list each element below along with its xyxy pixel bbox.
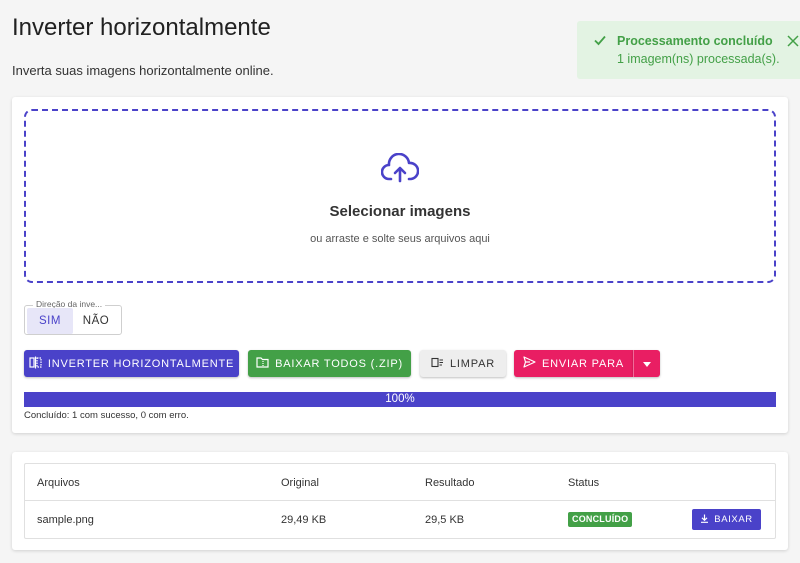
- header-original: Original: [281, 477, 319, 489]
- send-to-dropdown-button[interactable]: [633, 350, 660, 377]
- progress-bar: 100%: [24, 392, 776, 407]
- folder-zip-icon: [256, 356, 269, 371]
- invert-button[interactable]: INVERTER HORIZONTALMENTE: [24, 350, 239, 377]
- page-subtitle: Inverta suas imagens horizontalmente onl…: [12, 63, 274, 78]
- toggle-yes-button[interactable]: SIM: [27, 308, 73, 334]
- close-icon[interactable]: [787, 34, 799, 52]
- file-dropzone[interactable]: Selecionar imagens ou arraste e solte se…: [24, 109, 776, 283]
- progress-label: 100%: [385, 393, 415, 405]
- page-title: Inverter horizontalmente: [12, 14, 271, 41]
- cell-file-name: sample.png: [37, 514, 94, 526]
- tool-card: Selecionar imagens ou arraste e solte se…: [12, 97, 788, 433]
- send-to-label: ENVIAR PARA: [542, 357, 624, 370]
- header-files: Arquivos: [37, 477, 80, 489]
- cloud-upload-icon: [380, 152, 420, 190]
- download-button[interactable]: BAIXAR: [692, 509, 761, 530]
- header-result: Resultado: [425, 477, 475, 489]
- download-all-label: BAIXAR TODOS (.ZIP): [275, 357, 403, 370]
- dropzone-subtitle: ou arraste e solte seus arquivos aqui: [310, 233, 490, 245]
- toggle-no-button[interactable]: NÃO: [73, 308, 119, 334]
- direction-toggle-group: Direção da inve... SIM NÃO: [24, 299, 122, 335]
- caret-down-icon: [643, 358, 651, 370]
- toast-title: Processamento concluído: [617, 34, 773, 48]
- clear-label: LIMPAR: [450, 357, 495, 370]
- header-status: Status: [568, 477, 600, 489]
- check-icon: [593, 33, 607, 52]
- results-table: Arquivos Original Resultado Status sampl…: [24, 463, 776, 539]
- download-all-button[interactable]: BAIXAR TODOS (.ZIP): [248, 350, 411, 377]
- clear-list-icon: [431, 357, 444, 371]
- download-label: BAIXAR: [714, 514, 753, 525]
- cell-original-size: 29,49 KB: [281, 514, 327, 526]
- send-to-button[interactable]: ENVIAR PARA: [514, 350, 633, 377]
- status-badge: CONCLUÍDO: [568, 512, 633, 527]
- flip-horizontal-icon: [29, 356, 42, 372]
- toast-message: 1 imagem(ns) processada(s).: [617, 52, 780, 66]
- results-card: Arquivos Original Resultado Status sampl…: [12, 452, 788, 550]
- dropzone-title: Selecionar imagens: [329, 203, 471, 220]
- download-icon: [700, 514, 709, 526]
- table-header: [25, 464, 775, 501]
- progress-status: Concluído: 1 com sucesso, 0 com erro.: [24, 410, 189, 421]
- invert-button-label: INVERTER HORIZONTALMENTE: [47, 357, 235, 370]
- cell-result-size: 29,5 KB: [425, 514, 465, 526]
- clear-button[interactable]: LIMPAR: [420, 350, 506, 377]
- success-toast: Processamento concluído 1 imagem(ns) pro…: [577, 21, 800, 79]
- send-icon: [523, 356, 536, 371]
